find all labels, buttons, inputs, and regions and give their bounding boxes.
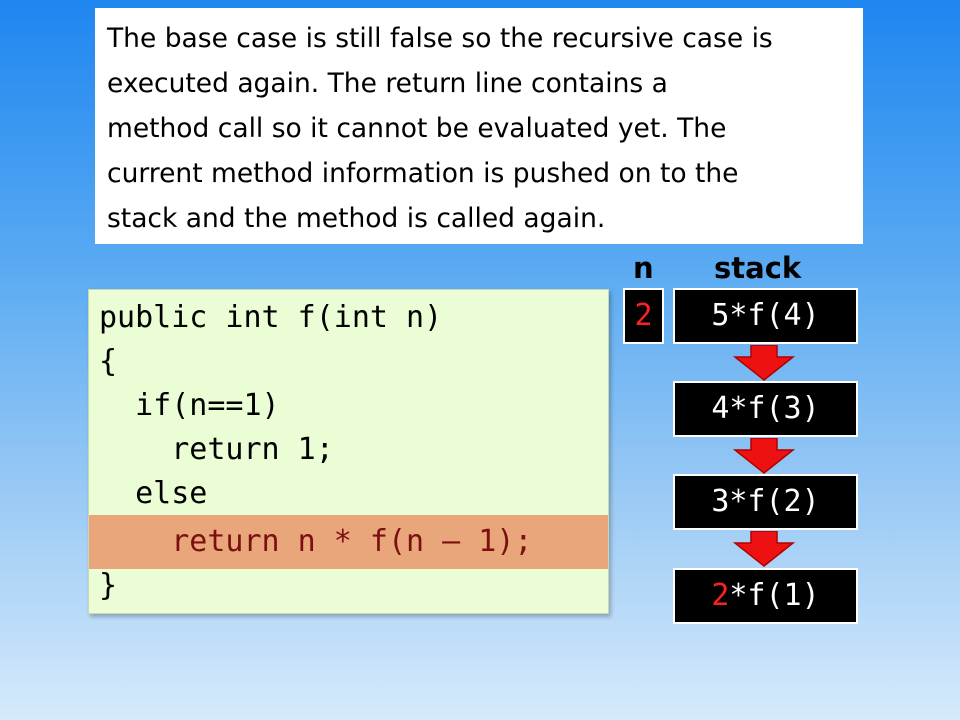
n-value-box: 2 bbox=[623, 288, 664, 344]
stack-frame: 3*f(2) bbox=[673, 474, 858, 530]
code-line: { bbox=[99, 344, 118, 379]
code-line: return 1; bbox=[99, 432, 334, 467]
down-arrow-icon bbox=[733, 345, 795, 381]
stack-frame-prefix: 3 bbox=[711, 484, 730, 519]
n-header: n bbox=[633, 251, 654, 285]
stack-frame-current: 2*f(1) bbox=[673, 568, 858, 624]
explanation-text: The base case is still false so the recu… bbox=[95, 8, 863, 244]
stack-header: stack bbox=[714, 251, 802, 285]
stack-frame-prefix: 4 bbox=[711, 391, 730, 426]
code-line: else bbox=[99, 476, 208, 511]
code-line: } bbox=[99, 568, 118, 603]
down-arrow-icon bbox=[733, 531, 795, 567]
stack-frame-prefix: 2 bbox=[711, 578, 730, 613]
code-block: public int f(int n) { if(n==1) return 1;… bbox=[88, 289, 609, 614]
highlighted-code-line: return n * f(n – 1); bbox=[89, 515, 608, 569]
stack-frame-rest: *f(4) bbox=[729, 298, 820, 333]
code-line: public int f(int n) bbox=[99, 300, 443, 335]
stack-frame: 5*f(4) bbox=[673, 288, 858, 344]
stack-frame-rest: *f(3) bbox=[729, 391, 820, 426]
stack-frame: 4*f(3) bbox=[673, 381, 858, 437]
stack-frame-rest: *f(2) bbox=[729, 484, 820, 519]
stack-frame-rest: *f(1) bbox=[729, 578, 820, 613]
code-line: if(n==1) bbox=[99, 388, 280, 423]
down-arrow-icon bbox=[733, 438, 795, 474]
stack-frame-prefix: 5 bbox=[711, 298, 730, 333]
